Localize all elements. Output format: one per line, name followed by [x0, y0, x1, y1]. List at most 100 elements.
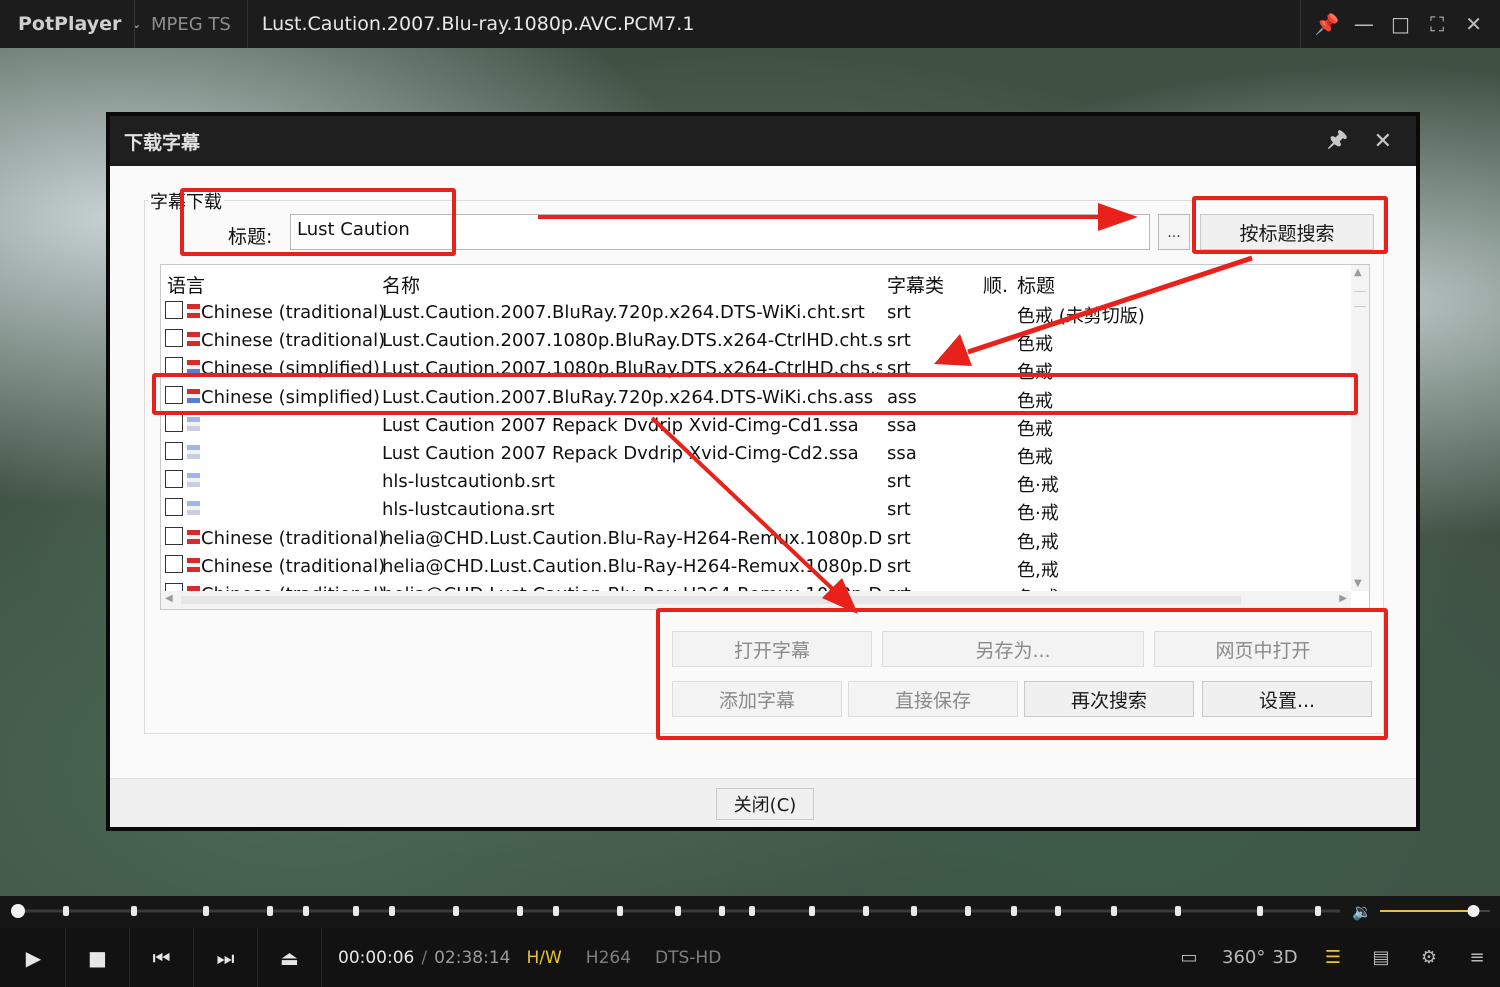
row-name: Lust Caution 2007 Repack Dvdrip Xvid-Cim…	[382, 442, 859, 464]
col-order[interactable]: 顺.	[983, 271, 1008, 298]
scroll-thumb[interactable]	[1354, 291, 1366, 307]
minimize-icon[interactable]: —	[1349, 12, 1379, 36]
chapter-marker[interactable]	[1011, 906, 1017, 916]
stop-button[interactable]: ■	[66, 928, 130, 987]
pin-icon[interactable]: 🖈	[1327, 122, 1347, 160]
chapter-marker[interactable]	[267, 906, 273, 916]
chapter-marker[interactable]	[517, 906, 523, 916]
chapter-marker[interactable]	[675, 906, 681, 916]
chapter-marker[interactable]	[1111, 906, 1117, 916]
file-name: Lust.Caution.2007.Blu-ray.1080p.AVC.PCM7…	[261, 13, 695, 35]
gear-icon[interactable]: ⚙	[1414, 947, 1444, 968]
app-menu-button[interactable]: PotPlayer ⌄	[0, 0, 141, 48]
col-title[interactable]: 标题	[1017, 271, 1055, 298]
row-checkbox[interactable]	[165, 470, 183, 489]
chapter-marker[interactable]	[719, 906, 725, 916]
annotation-selected-row-box	[152, 373, 1358, 415]
volume-handle[interactable]	[1467, 905, 1480, 917]
list-item[interactable]: hls-lustcautiona.srt srt 色·戒	[161, 495, 1351, 524]
col-type[interactable]: 字幕类	[887, 271, 944, 298]
chapter-marker[interactable]	[617, 906, 623, 916]
seek-handle[interactable]	[11, 904, 25, 918]
subtitle-search-icon[interactable]: ☰	[1318, 947, 1348, 968]
menu-icon[interactable]: ≡	[1462, 947, 1492, 968]
scroll-left-icon[interactable]: ◀	[165, 593, 173, 604]
close-button[interactable]: 关闭(C)	[716, 788, 814, 820]
time-display: 00:00:06 / 02:38:14 H/W H264 DTS-HD	[338, 928, 721, 987]
current-time: 00:00:06	[338, 947, 415, 968]
playlist-icon[interactable]: ▤	[1366, 947, 1396, 968]
chapter-marker[interactable]	[1175, 906, 1181, 916]
3d-icon[interactable]: 3D	[1270, 947, 1300, 968]
chapter-marker[interactable]	[353, 906, 359, 916]
horizontal-scrollbar[interactable]: ◀ ▶	[161, 591, 1351, 609]
list-item[interactable]: Chinese (traditional) Lust.Caution.2007.B…	[161, 298, 1351, 327]
list-item[interactable]: hls-lustcautionb.srt srt 色·戒	[161, 467, 1351, 496]
chapter-marker[interactable]	[1257, 906, 1263, 916]
video-codec[interactable]: H264	[586, 948, 631, 968]
hw-decode-badge[interactable]: H/W	[526, 948, 561, 968]
chapter-marker[interactable]	[203, 906, 209, 916]
scroll-right-icon[interactable]: ▶	[1339, 593, 1347, 604]
chapter-marker[interactable]	[965, 906, 971, 916]
flag-icon	[187, 557, 200, 572]
seek-bar[interactable]: 🔉	[0, 896, 1500, 928]
row-checkbox[interactable]	[165, 498, 183, 517]
row-checkbox[interactable]	[165, 329, 183, 348]
close-icon[interactable]: ✕	[1459, 12, 1489, 36]
chapter-marker[interactable]	[863, 906, 869, 916]
cast-icon[interactable]: ▭	[1174, 947, 1204, 968]
next-button[interactable]: ⏭	[194, 928, 258, 987]
list-item[interactable]: Chinese (traditional) Lust.Caution.2007.1…	[161, 326, 1351, 355]
row-checkbox[interactable]	[165, 413, 183, 432]
row-name: hls-lustcautionb.srt	[382, 471, 555, 493]
pin-icon[interactable]: 📌	[1312, 12, 1342, 36]
fullscreen-icon[interactable]: ⛶	[1422, 12, 1452, 36]
volume-icon[interactable]: 🔉	[1352, 902, 1372, 921]
scroll-up-icon[interactable]: ▲	[1354, 267, 1362, 278]
chapter-marker[interactable]	[131, 906, 137, 916]
title-bar: PotPlayer ⌄ MPEG TS Lust.Caution.2007.Bl…	[0, 0, 1500, 48]
eject-icon: ⏏	[280, 945, 299, 970]
row-checkbox[interactable]	[165, 554, 183, 573]
vertical-scrollbar[interactable]: ▲ ▼	[1351, 265, 1369, 591]
chapter-marker[interactable]	[453, 906, 459, 916]
row-type: srt	[887, 555, 911, 577]
row-checkbox[interactable]	[165, 526, 183, 545]
list-item[interactable]: Chinese (traditional)helia@CHD.Lust.Caut…	[161, 524, 1351, 553]
row-type: ssa	[887, 414, 917, 436]
row-name: Lust.Caution.2007.1080p.BluRay.DTS.x264-…	[382, 330, 882, 352]
chapter-marker[interactable]	[303, 906, 309, 916]
stop-icon: ■	[88, 945, 107, 970]
list-item[interactable]: Lust Caution 2007 Repack Dvdrip Xvid-Cim…	[161, 439, 1351, 468]
row-type: ssa	[887, 442, 917, 464]
eject-button[interactable]: ⏏	[258, 928, 322, 987]
col-lang[interactable]: 语言	[167, 271, 205, 298]
row-name: helia@CHD.Lust.Caution.Blu-Ray-H264-Remu…	[382, 555, 882, 577]
chapter-marker[interactable]	[809, 906, 815, 916]
browse-button[interactable]: ...	[1158, 214, 1190, 250]
chapter-marker[interactable]	[1315, 906, 1321, 916]
row-checkbox[interactable]	[165, 441, 183, 460]
previous-button[interactable]: ⏮	[130, 928, 194, 987]
chapter-marker[interactable]	[1055, 906, 1061, 916]
chapter-marker[interactable]	[389, 906, 395, 916]
chapter-marker[interactable]	[553, 906, 559, 916]
maximize-icon[interactable]: □	[1385, 12, 1415, 36]
audio-codec[interactable]: DTS-HD	[655, 948, 721, 968]
scroll-track[interactable]	[181, 596, 1241, 604]
row-checkbox[interactable]	[165, 301, 183, 319]
app-name: PotPlayer	[18, 13, 122, 35]
scroll-down-icon[interactable]: ▼	[1354, 578, 1362, 589]
col-name[interactable]: 名称	[382, 271, 420, 298]
list-item[interactable]: Chinese (traditional)helia@CHD.Lust.Caut…	[161, 552, 1351, 581]
seek-track[interactable]: 🔉	[0, 896, 1500, 928]
chapter-marker[interactable]	[749, 906, 755, 916]
subtitle-list[interactable]: 语言 名称 字幕类 顺. 标题 Chinese (traditional) Lus…	[160, 264, 1370, 610]
vr-360-icon[interactable]: 360°	[1222, 947, 1265, 968]
close-icon[interactable]: ✕	[1374, 129, 1392, 154]
chapter-marker[interactable]	[63, 906, 69, 916]
play-button[interactable]: ▶	[2, 928, 66, 987]
chapter-marker[interactable]	[911, 906, 917, 916]
list-header: 语言 名称 字幕类 顺. 标题	[161, 265, 1351, 297]
